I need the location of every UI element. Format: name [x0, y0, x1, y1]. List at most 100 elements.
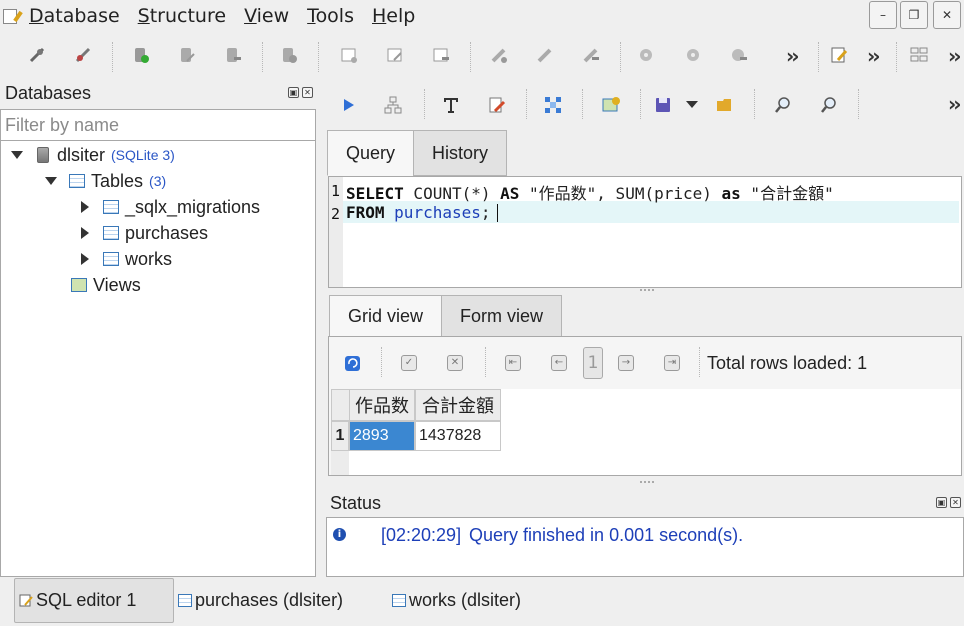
column-header[interactable]: 作品数	[349, 389, 415, 421]
export-results-icon[interactable]	[544, 96, 562, 114]
restore-button[interactable]: ❐	[900, 1, 928, 29]
menu-structure[interactable]: Structure	[138, 5, 226, 27]
tree-item-tables[interactable]: Tables (3)	[45, 169, 166, 193]
delete-table-icon[interactable]	[432, 46, 450, 64]
expand-arrow-icon[interactable]	[81, 227, 89, 239]
window-tab-sql-editor[interactable]: SQL editor 1	[14, 578, 174, 623]
float-panel-icon[interactable]: ▣	[288, 87, 299, 98]
tree-item-database[interactable]: dlsiter (SQLite 3)	[11, 143, 175, 167]
add-index-icon[interactable]	[638, 46, 656, 64]
add-database-icon[interactable]	[132, 46, 150, 64]
page-number[interactable]: 1	[583, 347, 603, 379]
toolbar-overflow-icon-2[interactable]: ››	[867, 44, 881, 68]
edit-column-icon[interactable]	[536, 46, 554, 64]
menu-help[interactable]: Help	[372, 5, 415, 27]
collapse-arrow-icon[interactable]	[11, 151, 23, 159]
status-panel-title: Status	[330, 493, 382, 513]
toolbar-separator	[896, 42, 897, 72]
save-dropdown-icon[interactable]	[686, 101, 698, 108]
tab-grid-view[interactable]: Grid view	[329, 295, 443, 337]
expand-arrow-icon[interactable]	[81, 253, 89, 265]
save-sql-icon[interactable]	[654, 96, 672, 114]
tree-item-table[interactable]: works	[81, 247, 172, 271]
sql-line-1: SELECT COUNT(*) AS "作品数", SUM(price) as …	[346, 184, 834, 203]
remove-database-icon[interactable]	[224, 46, 242, 64]
grid-cell-selected[interactable]: 2893	[349, 421, 415, 451]
splitter-handle[interactable]	[640, 481, 654, 484]
toolbar-overflow-icon-3[interactable]: ››	[948, 44, 962, 68]
row-number: 1	[331, 421, 349, 451]
find-next-icon[interactable]	[820, 96, 838, 114]
disconnect-icon[interactable]	[74, 46, 92, 64]
status-message: Query finished in 0.001 second(s).	[469, 525, 744, 545]
toolbar-separator	[818, 42, 819, 72]
filter-by-name-input[interactable]	[0, 109, 316, 141]
clear-editor-icon[interactable]	[488, 96, 506, 114]
database-name: dlsiter	[57, 144, 106, 165]
edit-database-icon[interactable]	[178, 46, 196, 64]
tree-item-table[interactable]: _sqlx_migrations	[81, 195, 260, 219]
tile-windows-icon[interactable]	[910, 46, 928, 64]
commit-icon[interactable]: ✓	[401, 355, 417, 371]
toolbar-separator	[381, 347, 382, 377]
tree-item-table[interactable]: purchases	[81, 221, 208, 245]
menu-view[interactable]: View	[244, 5, 289, 27]
delete-column-icon[interactable]	[582, 46, 600, 64]
splitter-handle[interactable]	[640, 289, 654, 292]
next-page-icon[interactable]: →	[618, 355, 634, 371]
prev-page-icon[interactable]: ←	[551, 355, 567, 371]
refresh-database-icon[interactable]	[280, 46, 298, 64]
tab-label: SQL editor 1	[36, 590, 137, 610]
edit-index-icon[interactable]	[684, 46, 702, 64]
tab-history[interactable]: History	[413, 130, 508, 176]
explain-query-icon[interactable]	[384, 96, 402, 114]
minimize-icon: –	[880, 8, 886, 22]
tab-query[interactable]: Query	[327, 130, 415, 176]
first-page-icon[interactable]: ⇤	[505, 355, 521, 371]
connect-icon[interactable]	[28, 46, 46, 64]
table-icon	[103, 200, 119, 214]
restore-icon: ❐	[908, 8, 920, 22]
float-panel-icon[interactable]: ▣	[936, 497, 947, 508]
grid-cell[interactable]: 1437828	[415, 421, 501, 451]
expand-arrow-icon[interactable]	[81, 201, 89, 213]
toolbar-separator	[582, 89, 583, 119]
close-window-button[interactable]: ✕	[933, 1, 961, 29]
sql-editor[interactable]: 1 2 SELECT COUNT(*) AS "作品数", SUM(price)…	[328, 176, 962, 288]
results-panel: ✓ ✕ ⇤ ← 1 → ⇥ Total rows loaded: 1 作品数 合…	[328, 336, 962, 476]
refresh-results-icon[interactable]	[345, 356, 360, 371]
window-tabs: SQL editor 1 purchases (dlsiter) works (…	[0, 578, 964, 626]
create-view-icon[interactable]	[602, 96, 620, 114]
load-sql-icon[interactable]	[716, 96, 734, 114]
menu-database[interactable]: Database	[29, 5, 120, 27]
table-icon	[178, 594, 192, 607]
database-icon	[37, 147, 49, 163]
tree-item-views[interactable]: Views	[71, 273, 141, 297]
minimize-button[interactable]: –	[869, 1, 897, 29]
databases-dock-buttons: ▣ ✕	[288, 87, 313, 98]
text-cursor	[497, 204, 498, 222]
add-table-icon[interactable]	[340, 46, 358, 64]
open-sql-editor-icon[interactable]	[830, 46, 848, 64]
close-panel-icon[interactable]: ✕	[302, 87, 313, 98]
window-tab-purchases[interactable]: purchases (dlsiter)	[178, 578, 343, 623]
edit-table-icon[interactable]	[386, 46, 404, 64]
close-panel-icon[interactable]: ✕	[950, 497, 961, 508]
tab-form-view[interactable]: Form view	[441, 295, 563, 337]
line-number: 1	[331, 182, 341, 200]
find-icon[interactable]	[774, 96, 792, 114]
database-tree: dlsiter (SQLite 3) Tables (3) _sqlx_migr…	[0, 141, 316, 577]
execute-query-icon[interactable]	[340, 96, 358, 114]
delete-index-icon[interactable]	[730, 46, 748, 64]
add-column-icon[interactable]	[490, 46, 508, 64]
last-page-icon[interactable]: ⇥	[664, 355, 680, 371]
format-sql-icon[interactable]	[442, 96, 460, 114]
menu-tools[interactable]: Tools	[307, 5, 354, 27]
column-header[interactable]: 合計金額	[415, 389, 501, 421]
toolbar-overflow-icon[interactable]: ››	[786, 44, 800, 68]
table-icon	[103, 252, 119, 266]
editor-toolbar-overflow-icon[interactable]: ››	[948, 92, 962, 116]
collapse-arrow-icon[interactable]	[45, 177, 57, 185]
rollback-icon[interactable]: ✕	[447, 355, 463, 371]
window-tab-works[interactable]: works (dlsiter)	[392, 578, 521, 623]
